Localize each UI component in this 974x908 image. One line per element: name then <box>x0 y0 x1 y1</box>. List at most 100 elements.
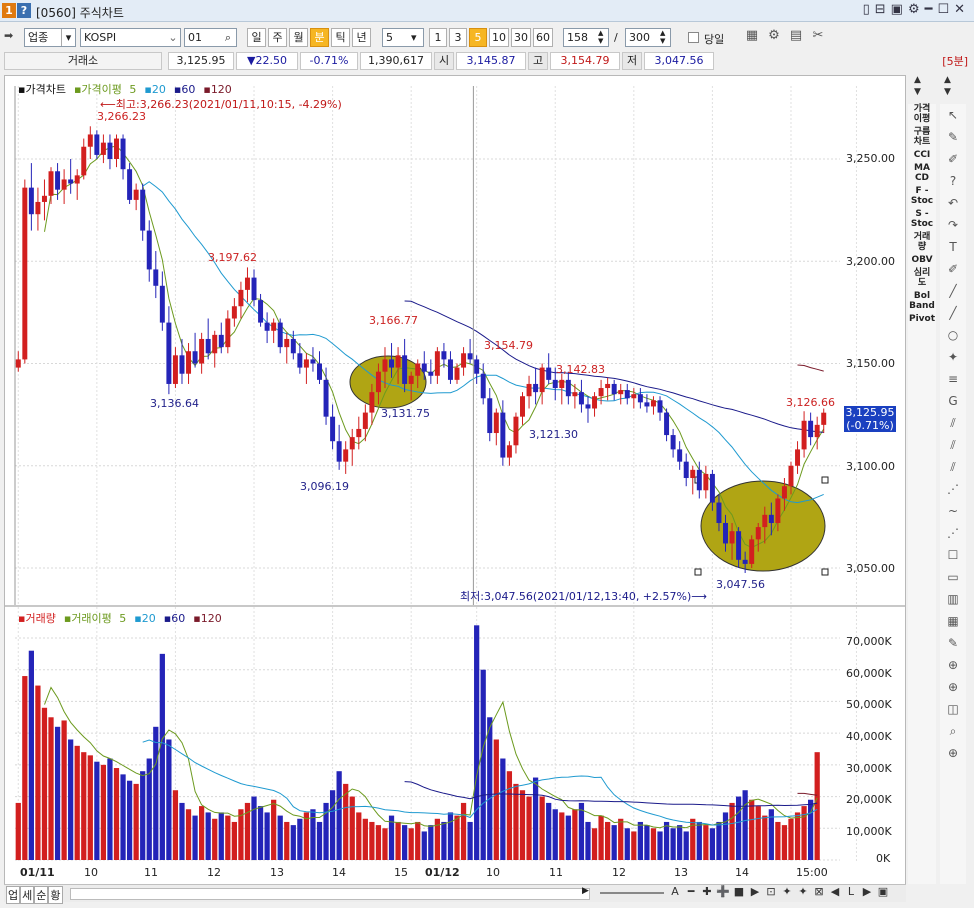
price-chart[interactable] <box>5 76 905 606</box>
drawing-tool-icon[interactable]: ⌕ <box>940 720 966 742</box>
scroll-down-icon[interactable]: ▼ <box>914 87 921 97</box>
drawing-tool-icon[interactable]: ○ <box>940 324 966 346</box>
bottom-tool-icon[interactable]: ▶ <box>748 885 762 898</box>
indicator-button[interactable]: 거래 량 <box>908 232 936 252</box>
search-icon[interactable]: ⌕ <box>220 29 236 46</box>
scroll-right-icon[interactable]: ▶ <box>582 886 589 896</box>
indicator-button[interactable]: OBV <box>908 255 936 265</box>
bottom-tool-icon[interactable]: ━ <box>684 885 698 898</box>
drawing-tool-icon[interactable]: ▥ <box>940 588 966 610</box>
drawing-tool-icon[interactable]: ⊕ <box>940 676 966 698</box>
scroll-down-icon[interactable]: ▲ <box>944 75 951 85</box>
interval-3[interactable]: 3 <box>449 28 467 47</box>
bottom-tool-icon[interactable]: ■ <box>732 885 746 898</box>
drawing-tool-icon[interactable]: ╱ <box>940 302 966 324</box>
interval-30[interactable]: 30 <box>511 28 531 47</box>
exchange-label[interactable]: 거래소 <box>4 52 162 70</box>
drawing-tool-icon[interactable]: ⫽ <box>940 456 966 478</box>
help-badge[interactable]: ? <box>17 3 31 18</box>
interval-60[interactable]: 60 <box>533 28 553 47</box>
period-tick[interactable]: 틱 <box>331 28 350 47</box>
interval-5[interactable]: 5 <box>469 28 487 47</box>
period-minute[interactable]: 분 <box>310 28 329 47</box>
code-input[interactable]: 01 ⌕ <box>184 28 237 47</box>
stepper-arrows-icon[interactable]: ▲ ▼ <box>660 29 670 45</box>
bottom-tool-icon[interactable]: ⊡ <box>764 885 778 898</box>
bottom-tool-icon[interactable]: L <box>844 885 858 898</box>
indicator-button[interactable]: 심리 도 <box>908 268 936 288</box>
bottom-tool-icon[interactable]: A <box>668 885 682 898</box>
drawing-tool-icon[interactable]: ~ <box>940 500 966 522</box>
interval-1[interactable]: 1 <box>429 28 447 47</box>
count-stepper[interactable]: 158 ▲ ▼ <box>563 28 609 47</box>
scroll-up-icon[interactable]: ▲ <box>914 75 921 85</box>
period-month[interactable]: 월 <box>289 28 308 47</box>
bottom-tool-icon[interactable]: ✚ <box>700 885 714 898</box>
scroll-down-icon[interactable]: ▼ <box>944 87 951 97</box>
index-select[interactable]: KOSPI ⌄ <box>80 28 181 47</box>
bottom-tool-icon[interactable]: ➕ <box>716 885 730 898</box>
tab-status[interactable]: 황 <box>48 886 63 904</box>
chart-config-icon[interactable]: ▦ <box>742 28 762 43</box>
drawing-tool-icon[interactable]: ☐ <box>940 544 966 566</box>
market-select[interactable]: 업종 ▾ <box>24 28 76 47</box>
screenshot-icon[interactable]: ▣ <box>891 2 908 17</box>
drawing-tool-icon[interactable]: ✐ <box>940 148 966 170</box>
indicator-button[interactable]: Pivot <box>908 314 936 324</box>
close-icon[interactable]: ✕ <box>954 2 970 17</box>
horizontal-scrollbar[interactable] <box>70 888 590 900</box>
volume-chart[interactable] <box>5 607 905 867</box>
drawing-tool-icon[interactable]: ✎ <box>940 632 966 654</box>
maximize-icon[interactable]: ☐ <box>937 2 954 17</box>
settings-icon[interactable]: ⚙ <box>764 28 784 43</box>
drawing-tool-icon[interactable]: ◫ <box>940 698 966 720</box>
bottom-tool-icon[interactable]: ▶ <box>860 885 874 898</box>
drawing-tool-icon[interactable]: ⊕ <box>940 654 966 676</box>
zoom-slider[interactable] <box>600 892 664 894</box>
tools-icon[interactable]: ✂ <box>808 28 828 43</box>
drawing-tool-icon[interactable]: ⊕ <box>940 742 966 764</box>
period-year[interactable]: 년 <box>352 28 371 47</box>
drawing-tool-icon[interactable]: ≡ <box>940 368 966 390</box>
stepper-arrows-icon[interactable]: ▲ ▼ <box>598 29 608 45</box>
bottom-tool-icon[interactable]: ◀ <box>828 885 842 898</box>
drawing-tool-icon[interactable]: ↖ <box>940 104 966 126</box>
interval-select[interactable]: 5 ▾ <box>382 28 424 47</box>
tab-order[interactable]: 순 <box>34 886 49 904</box>
drawing-tool-icon[interactable]: ⋰ <box>940 478 966 500</box>
tab-tax[interactable]: 세 <box>20 886 35 904</box>
drawing-tool-icon[interactable]: ⫽ <box>940 412 966 434</box>
indicator-button[interactable]: Bol Band <box>908 291 936 311</box>
toggle-panel-icon[interactable]: ➡ <box>4 29 13 42</box>
drawing-tool-icon[interactable]: ▭ <box>940 566 966 588</box>
drawing-tool-icon[interactable]: ? <box>940 170 966 192</box>
indicator-button[interactable]: 구름 차트 <box>908 127 936 147</box>
bottom-tool-icon[interactable]: ✦ <box>780 885 794 898</box>
drawing-tool-icon[interactable]: ✐ <box>940 258 966 280</box>
split-icon[interactable]: ⊟ <box>875 2 891 17</box>
interval-10[interactable]: 10 <box>489 28 509 47</box>
restore-icon[interactable]: ▯ <box>863 2 875 17</box>
drawing-tool-icon[interactable]: ⫽ <box>940 434 966 456</box>
today-checkbox[interactable] <box>688 32 699 43</box>
total-stepper[interactable]: 300 ▲ ▼ <box>625 28 671 47</box>
drawing-tool-icon[interactable]: ↶ <box>940 192 966 214</box>
drawing-tool-icon[interactable]: ✎ <box>940 126 966 148</box>
save-icon[interactable]: ▤ <box>786 28 806 43</box>
indicator-button[interactable]: S - Stoc <box>908 209 936 229</box>
indicator-button[interactable]: CCI <box>908 150 936 160</box>
bottom-tool-icon[interactable]: ✦ <box>796 885 810 898</box>
drawing-tool-icon[interactable]: ↷ <box>940 214 966 236</box>
drawing-tool-icon[interactable]: ▦ <box>940 610 966 632</box>
drawing-tool-icon[interactable]: T <box>940 236 966 258</box>
minimize-icon[interactable]: ━ <box>925 2 938 17</box>
period-week[interactable]: 주 <box>268 28 287 47</box>
bottom-tool-icon[interactable]: ⊠ <box>812 885 826 898</box>
drawing-tool-icon[interactable]: ⋰ <box>940 522 966 544</box>
tab-category[interactable]: 업 <box>6 886 21 904</box>
indicator-button[interactable]: 가격 이평 <box>908 104 936 124</box>
indicator-button[interactable]: MA CD <box>908 163 936 183</box>
indicator-button[interactable]: F - Stoc <box>908 186 936 206</box>
bottom-tool-icon[interactable]: ▣ <box>876 885 890 898</box>
window-badge-1[interactable]: 1 <box>2 3 16 18</box>
